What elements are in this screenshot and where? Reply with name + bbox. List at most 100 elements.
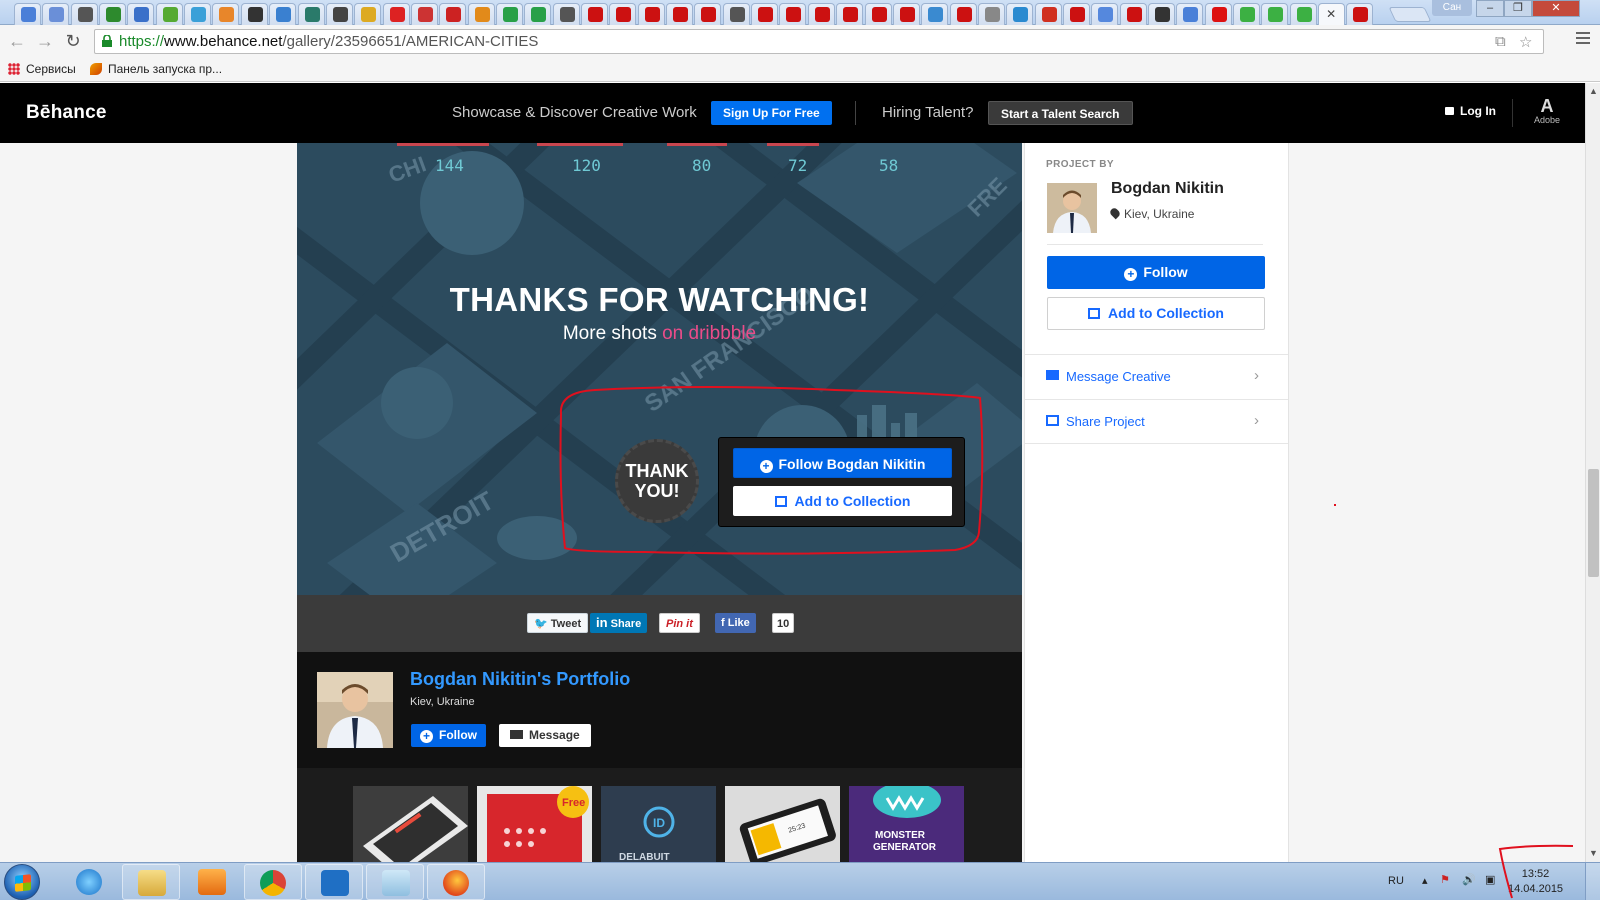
browser-tab[interactable] [581, 3, 608, 25]
browser-tab[interactable] [439, 3, 467, 25]
chrome-menu-icon[interactable] [1576, 32, 1590, 47]
bookmark-launcher[interactable]: Панель запуска пр... [90, 62, 222, 76]
browser-tab[interactable] [467, 3, 495, 25]
browser-tab[interactable] [14, 3, 41, 25]
portfolio-avatar[interactable] [317, 672, 393, 748]
browser-tab[interactable] [1006, 3, 1034, 25]
volume-icon[interactable]: 🔊 [1462, 873, 1476, 886]
author-name-link[interactable]: Bogdan Nikitin [1111, 180, 1224, 198]
sidebar-add-to-collection-button[interactable]: Add to Collection [1047, 297, 1265, 330]
new-tab-button[interactable] [1388, 7, 1432, 22]
share-project-link[interactable]: Share Project › [1025, 399, 1288, 444]
portfolio-follow-button[interactable]: + Follow [411, 724, 486, 747]
browser-tab[interactable] [722, 3, 750, 25]
linkedin-share-button[interactable]: in Share [590, 613, 648, 633]
browser-tab[interactable] [1261, 3, 1289, 25]
taskbar-media-player[interactable] [183, 864, 241, 900]
bookmark-star-icon[interactable]: ☆ [1519, 33, 1532, 51]
message-creative-link[interactable]: Message Creative › [1025, 354, 1288, 399]
signup-button[interactable]: Sign Up For Free [711, 101, 832, 125]
browser-tab[interactable] [1346, 3, 1374, 25]
browser-tab[interactable] [694, 3, 722, 25]
browser-tab[interactable] [836, 3, 864, 25]
behance-logo[interactable]: Bēhance [26, 102, 107, 124]
browser-tab[interactable] [1176, 3, 1204, 25]
browser-tab[interactable] [779, 3, 807, 25]
flag-warning-icon[interactable]: ⚑ [1440, 873, 1450, 886]
browser-tab[interactable] [552, 3, 580, 25]
browser-tab[interactable] [1233, 3, 1261, 25]
browser-tab[interactable] [807, 3, 835, 25]
browser-tab[interactable] [410, 3, 438, 25]
login-link[interactable]: Log In [1445, 104, 1496, 118]
sidebar-follow-button[interactable]: + Follow [1047, 256, 1265, 289]
browser-tab[interactable] [382, 3, 410, 25]
close-window-button[interactable]: ✕ [1532, 0, 1580, 17]
thumb-delabuit[interactable]: ID DELABUIT [601, 786, 716, 862]
minimize-button[interactable]: – [1476, 0, 1504, 17]
dribbble-link[interactable]: on dribbble [662, 323, 756, 344]
profile-button[interactable]: Сан [1432, 0, 1472, 16]
browser-tab[interactable] [1289, 3, 1317, 25]
browser-tab[interactable] [184, 3, 212, 25]
browser-tab[interactable] [921, 3, 949, 25]
taskbar-maxthon[interactable] [305, 864, 363, 900]
browser-tab[interactable] [524, 3, 552, 25]
browser-tab[interactable] [1119, 3, 1147, 25]
tray-expand-icon[interactable]: ▴ [1422, 874, 1428, 887]
browser-tab[interactable] [70, 3, 98, 25]
browser-tab[interactable] [892, 3, 920, 25]
browser-tab[interactable] [609, 3, 637, 25]
thumb-ui-tablet[interactable] [353, 786, 468, 862]
browser-tab[interactable] [949, 3, 977, 25]
translate-icon[interactable]: ⧉ [1495, 33, 1506, 50]
restore-button[interactable]: ❐ [1504, 0, 1532, 17]
taskbar-notepad[interactable] [366, 864, 424, 900]
browser-tab[interactable] [864, 3, 892, 25]
browser-tab[interactable] [42, 3, 70, 25]
browser-tab[interactable] [1091, 3, 1119, 25]
portfolio-message-button[interactable]: Message [499, 724, 591, 747]
language-indicator[interactable]: RU [1388, 875, 1404, 887]
network-icon[interactable]: ▣ [1485, 873, 1495, 886]
browser-tab-active[interactable]: ✕ [1318, 3, 1346, 25]
scroll-up-arrow-icon[interactable]: ▲ [1589, 86, 1598, 96]
adobe-logo[interactable]: A Adobe [1532, 97, 1562, 125]
address-bar[interactable]: https://www.behance.net/gallery/23596651… [94, 29, 1544, 54]
facebook-like-button[interactable]: f Like [715, 613, 756, 633]
portfolio-title-link[interactable]: Bogdan Nikitin's Portfolio [410, 669, 630, 690]
browser-tab[interactable] [977, 3, 1005, 25]
browser-tab[interactable] [99, 3, 127, 25]
pinterest-button[interactable]: Pin it [659, 613, 700, 633]
forward-icon[interactable]: → [34, 30, 56, 52]
scroll-down-arrow-icon[interactable]: ▼ [1589, 848, 1598, 858]
browser-tab[interactable] [269, 3, 297, 25]
author-avatar[interactable] [1047, 183, 1097, 233]
taskbar-firefox[interactable] [427, 864, 485, 900]
tweet-button[interactable]: 🐦 Tweet [527, 613, 589, 633]
browser-tab[interactable] [297, 3, 325, 25]
taskbar-chrome[interactable] [244, 864, 302, 900]
browser-tab[interactable] [666, 3, 694, 25]
browser-tab[interactable] [354, 3, 382, 25]
browser-tab[interactable] [495, 3, 523, 25]
thumb-free-icons[interactable]: Free [477, 786, 592, 862]
taskbar-internet-explorer[interactable] [61, 864, 119, 900]
page-scrollbar[interactable]: ▲ ▼ [1585, 83, 1600, 862]
scroll-thumb[interactable] [1588, 469, 1599, 577]
taskbar-file-explorer[interactable] [122, 864, 180, 900]
browser-tab[interactable] [240, 3, 268, 25]
overlay-add-to-collection-button[interactable]: Add to Collection [733, 486, 952, 516]
start-button[interactable] [4, 864, 40, 900]
reload-icon[interactable]: ↻ [62, 30, 84, 52]
browser-tab[interactable] [751, 3, 779, 25]
overlay-follow-button[interactable]: + Follow Bogdan Nikitin [733, 448, 952, 478]
bookmark-apps[interactable]: Сервисы [8, 62, 76, 76]
browser-tab[interactable] [212, 3, 240, 25]
talent-search-button[interactable]: Start a Talent Search [988, 101, 1133, 125]
browser-tab[interactable] [1034, 3, 1062, 25]
thumb-monster-generator[interactable]: MONSTER GENERATOR [849, 786, 964, 862]
show-desktop-button[interactable] [1585, 863, 1600, 900]
close-tab-icon[interactable]: ✕ [1326, 7, 1336, 21]
browser-tab[interactable] [1204, 3, 1232, 25]
